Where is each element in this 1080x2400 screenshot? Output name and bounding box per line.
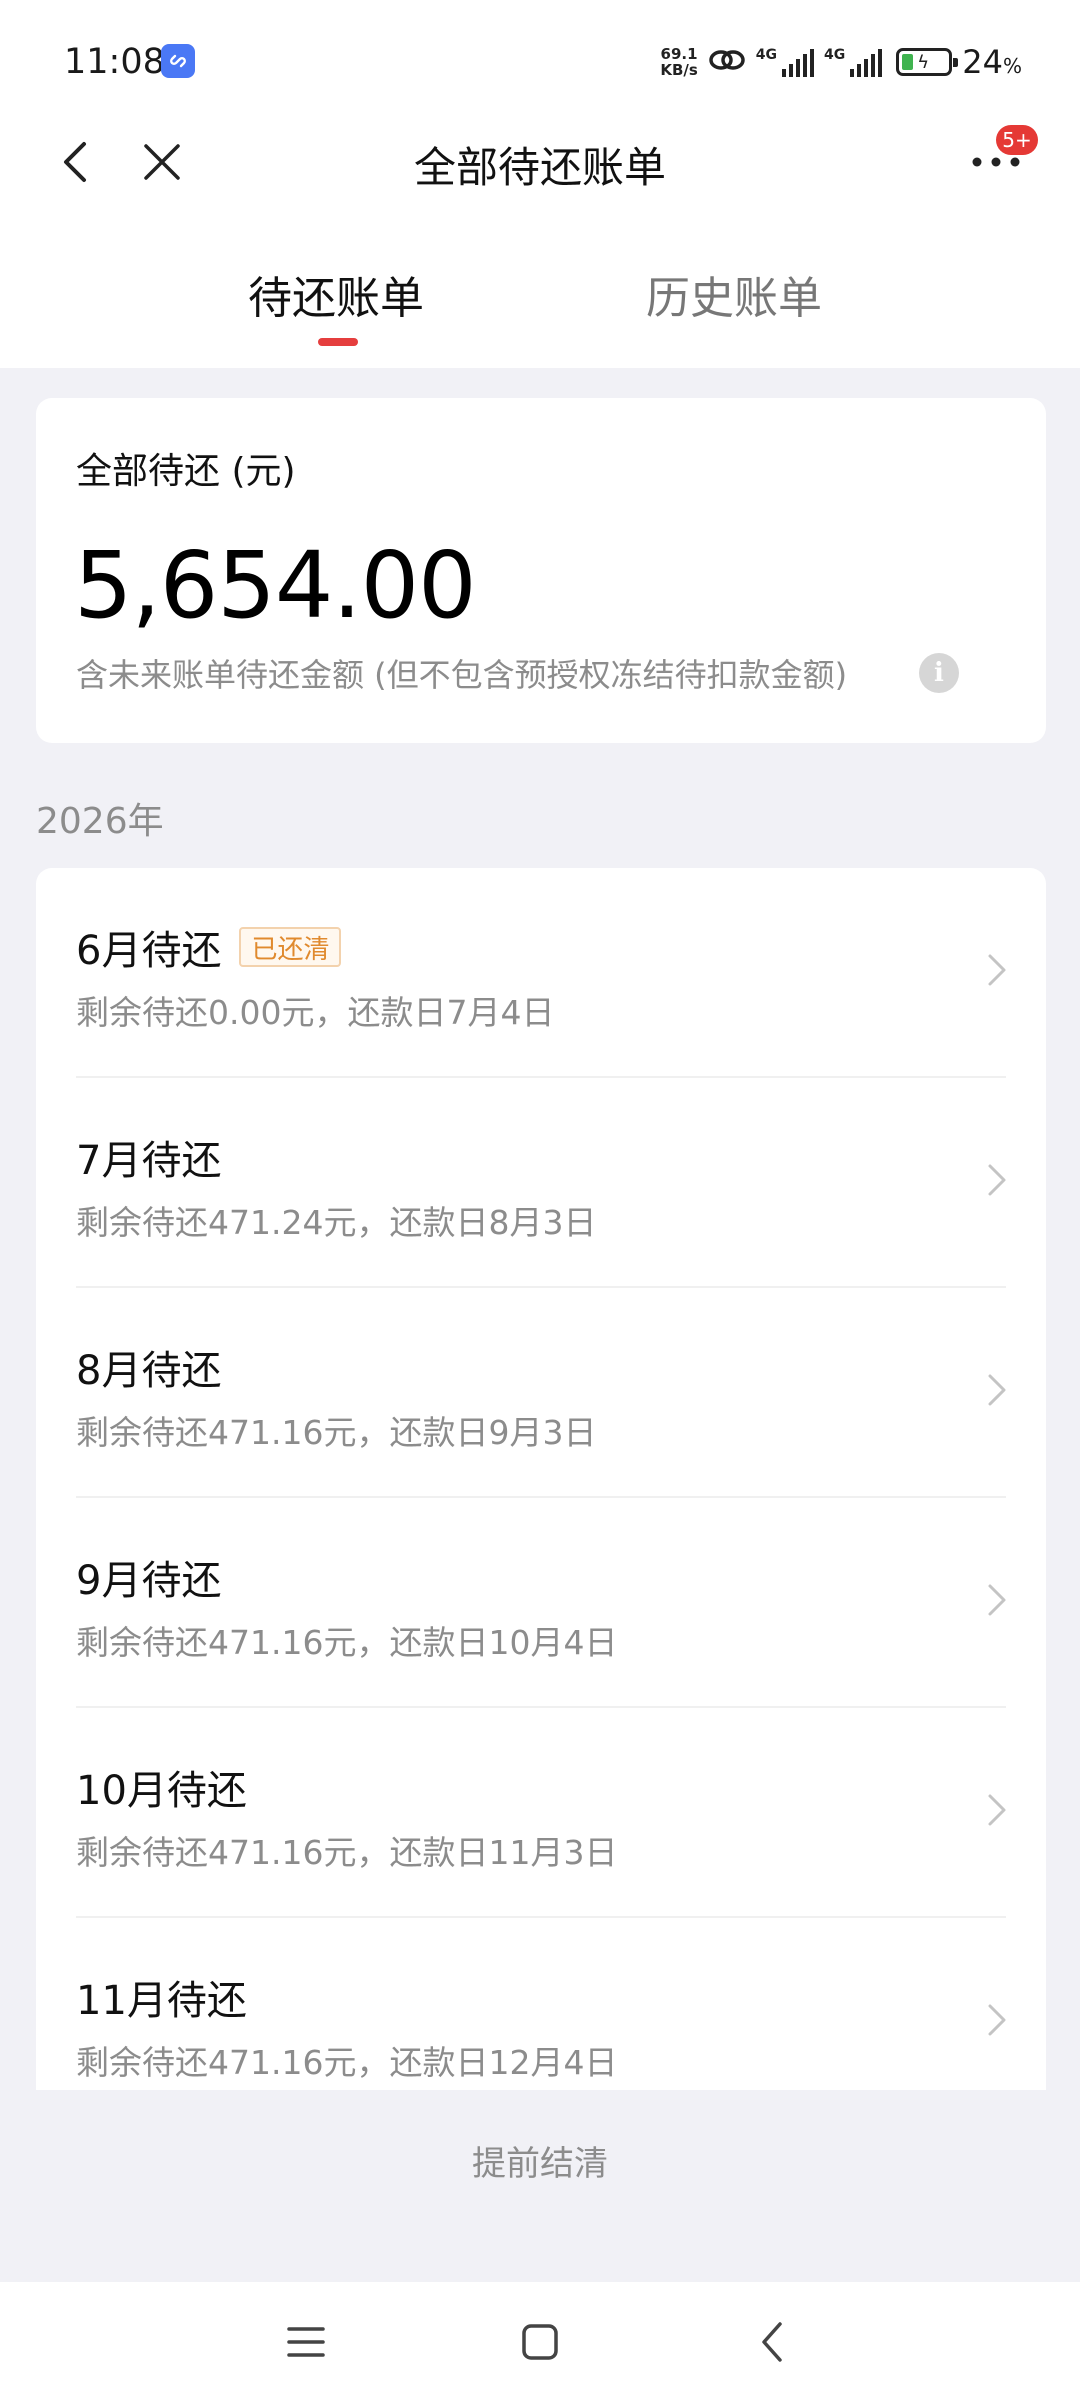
- tab-history-bills[interactable]: 历史账单: [646, 262, 822, 326]
- total-due-note: 含未来账单待还金额 (但不包含预授权冻结待扣款金额): [76, 656, 848, 694]
- bill-title: 8月待还: [76, 1348, 222, 1394]
- status-indicators: 69.1 KB/s 4G 4G ϟ 24%: [660, 40, 1022, 84]
- paid-off-tag: 已还清: [239, 927, 342, 967]
- bill-title-wrap: 6月待还 已还清: [76, 918, 342, 976]
- system-back-button[interactable]: [736, 2306, 808, 2378]
- total-due-card: 全部待还 (元) 5,654.00 含未来账单待还金额 (但不包含预授权冻结待扣…: [36, 398, 1046, 743]
- signal-label: 4G: [824, 47, 846, 63]
- bill-row-september[interactable]: 9月待还 剩余待还471.16元，还款日10月4日: [36, 1498, 1046, 1708]
- network-speed-unit: KB/s: [660, 61, 698, 79]
- bill-title-wrap: 10月待还: [76, 1758, 247, 1816]
- active-tab-indicator: [318, 338, 358, 346]
- battery-level: [902, 54, 914, 70]
- bill-subtitle: 剩余待还471.16元，还款日9月3日: [76, 1413, 597, 1452]
- home-square-icon: [522, 2324, 558, 2360]
- signal-icon: 4G: [824, 47, 883, 77]
- chevron-right-icon: [988, 1374, 1006, 1406]
- total-due-label: 全部待还 (元): [76, 451, 296, 492]
- signal-label: 4G: [755, 47, 778, 63]
- bill-row-november[interactable]: 11月待还 剩余待还471.16元，还款日12月4日: [36, 1918, 1046, 2090]
- signal-icon: 4G: [755, 47, 815, 77]
- menu-button[interactable]: [270, 2306, 342, 2378]
- bill-title: 7月待还: [76, 1138, 222, 1184]
- hotspot-link-icon: [708, 46, 746, 78]
- tab-bar: 待还账单 历史账单: [0, 250, 1080, 350]
- bill-subtitle: 剩余待还471.16元，还款日10月4日: [76, 1623, 618, 1662]
- back-chevron-icon: [762, 2322, 782, 2362]
- bill-row-july[interactable]: 7月待还 剩余待还471.24元，还款日8月3日: [36, 1078, 1046, 1288]
- bill-title: 11月待还: [76, 1978, 247, 2024]
- app-link-icon: [161, 44, 195, 78]
- bill-title-wrap: 7月待还: [76, 1128, 221, 1186]
- notification-badge: 5+: [996, 125, 1038, 155]
- bill-row-august[interactable]: 8月待还 剩余待还471.16元，还款日9月3日: [36, 1288, 1046, 1498]
- chevron-right-icon: [988, 1584, 1006, 1616]
- battery-percent: 24%: [962, 43, 1022, 81]
- page-title: 全部待还账单: [413, 143, 666, 192]
- nav-bar: 全部待还账单 5+: [0, 120, 1080, 204]
- bill-title: 9月待还: [76, 1558, 222, 1604]
- bill-subtitle: 剩余待还471.16元，还款日11月3日: [76, 1833, 618, 1872]
- bill-title-wrap: 9月待还: [76, 1548, 221, 1606]
- battery-percent-sign: %: [1002, 54, 1022, 78]
- system-nav-bar: [0, 2282, 1080, 2400]
- bill-row-june[interactable]: 6月待还 已还清 剩余待还0.00元，还款日7月4日: [36, 868, 1046, 1078]
- home-button[interactable]: [504, 2306, 576, 2378]
- chevron-right-icon: [988, 2004, 1006, 2036]
- bill-row-october[interactable]: 10月待还 剩余待还471.16元，还款日11月3日: [36, 1708, 1046, 1918]
- bill-subtitle: 剩余待还471.16元，还款日12月4日: [76, 2043, 618, 2082]
- top-header-area: 11:08 69.1 KB/s 4G 4G ϟ 24% 全部待还账单 5+ 待还…: [0, 0, 1080, 368]
- bill-subtitle: 剩余待还471.24元，还款日8月3日: [76, 1203, 597, 1242]
- bill-subtitle: 剩余待还0.00元，还款日7月4日: [76, 993, 555, 1032]
- battery-percent-value: 24: [962, 43, 1003, 81]
- bill-title: 6月待还: [76, 928, 222, 974]
- network-speed: 69.1 KB/s: [660, 46, 697, 78]
- network-speed-value: 69.1: [660, 45, 698, 63]
- info-icon[interactable]: i: [919, 653, 959, 693]
- year-label: 2026年: [36, 801, 164, 842]
- bill-title: 10月待还: [76, 1768, 247, 1814]
- total-due-amount: 5,654.00: [74, 532, 477, 639]
- chevron-right-icon: [988, 1794, 1006, 1826]
- bill-title-wrap: 11月待还: [76, 1968, 247, 2026]
- more-dots-icon: [972, 157, 1020, 167]
- menu-icon: [287, 2327, 325, 2357]
- bill-list: 6月待还 已还清 剩余待还0.00元，还款日7月4日 7月待还 剩余待还471.…: [36, 868, 1046, 2090]
- status-bar: 11:08 69.1 KB/s 4G 4G ϟ 24%: [0, 0, 1080, 120]
- bill-title-wrap: 8月待还: [76, 1338, 221, 1396]
- status-time: 11:08: [64, 42, 165, 82]
- early-payoff-button[interactable]: 提前结清: [0, 2136, 1080, 2185]
- tab-pending-bills[interactable]: 待还账单: [248, 262, 424, 326]
- chevron-right-icon: [988, 1164, 1006, 1196]
- chevron-right-icon: [988, 954, 1006, 986]
- battery-charging-icon: ϟ: [896, 48, 959, 76]
